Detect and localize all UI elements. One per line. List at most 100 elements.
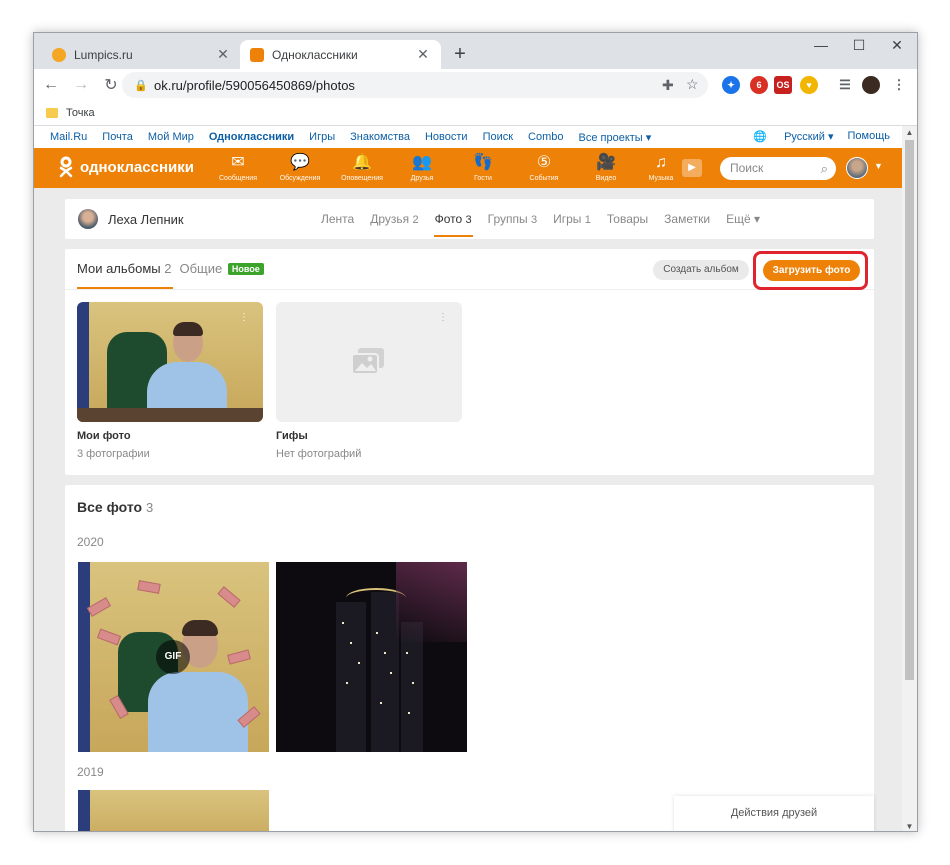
album-name[interactable]: Мои фото xyxy=(77,430,263,442)
nav-video[interactable]: 🎥 Видео xyxy=(575,153,637,182)
portal-bar: Mail.Ru Почта Мой Мир Одноклассники Игры… xyxy=(34,126,904,148)
portal-link[interactable]: Новости xyxy=(425,131,468,143)
album-card-gifs[interactable]: ⋮ Гифы Нет фотографий xyxy=(276,302,462,460)
tab-label: Товары xyxy=(606,212,649,226)
scroll-down-icon[interactable]: ▼ xyxy=(902,822,917,831)
os-extension-icon[interactable]: OS xyxy=(774,76,792,94)
tab-title: Одноклассники xyxy=(272,47,358,62)
vpn-extension-icon[interactable]: ✦ xyxy=(722,76,740,94)
close-window-button[interactable]: ✕ xyxy=(882,37,912,54)
tab-label: Ещё ▾ xyxy=(726,212,760,226)
portal-link[interactable]: Игры xyxy=(309,131,335,143)
more-options-icon[interactable]: ⋮ xyxy=(239,312,249,323)
minimize-button[interactable]: — xyxy=(806,37,836,53)
tab-feed[interactable]: Лента xyxy=(321,212,354,226)
more-options-icon[interactable]: ⋮ xyxy=(438,312,448,323)
window-light xyxy=(408,712,410,714)
scroll-up-icon[interactable]: ▲ xyxy=(902,128,917,137)
back-icon[interactable]: ← xyxy=(38,76,64,94)
nav-label: Друзья xyxy=(410,175,434,182)
nav-friends[interactable]: 👥 Друзья xyxy=(391,153,453,182)
create-album-button[interactable]: Создать альбом xyxy=(653,260,749,280)
lumpics-favicon-icon xyxy=(52,47,66,62)
profile-name[interactable]: Леха Лепник xyxy=(108,212,184,227)
friends-icon: 👥 xyxy=(412,154,432,171)
header-search-input[interactable]: Поиск ⌕ xyxy=(720,157,836,180)
language-select[interactable]: 🌐 Русский ▾ xyxy=(753,130,833,143)
scrollbar[interactable]: ▲ ▼ xyxy=(902,126,917,831)
portal-link[interactable]: Combo xyxy=(528,131,563,143)
portal-link[interactable]: Мой Мир xyxy=(148,131,194,143)
tab-my-albums[interactable]: Мои альбомы 2 xyxy=(77,261,174,289)
tab-title: Lumpics.ru xyxy=(74,47,133,62)
tab-games[interactable]: Игры 1 xyxy=(553,212,591,226)
nav-discussions[interactable]: 💬 Обсуждения xyxy=(269,153,331,182)
ok-logo[interactable]: одноклассники xyxy=(58,156,194,178)
bookmark-tochka[interactable]: Точка xyxy=(66,107,95,119)
messages-icon: ✉ xyxy=(231,154,245,171)
portal-link[interactable]: Знакомства xyxy=(350,131,410,143)
chevron-down-icon[interactable]: ▼ xyxy=(874,161,883,171)
adblock-extension-icon[interactable]: 6 xyxy=(750,76,768,94)
music-play-icon[interactable]: ▶ xyxy=(682,159,702,177)
tab-label: Мои альбомы xyxy=(77,261,161,276)
photo-thumb-2019[interactable] xyxy=(78,790,269,831)
discussions-icon: 💬 xyxy=(290,154,310,171)
tab-strip: Lumpics.ru ✕ Одноклассники ✕ + — ☐ ✕ xyxy=(34,33,917,69)
forward-icon[interactable]: → xyxy=(68,76,94,94)
address-bar[interactable]: 🔒 ok.ru/profile/590056450869/photos ✚ ☆ xyxy=(122,72,708,98)
album-cover[interactable]: ⋮ xyxy=(77,302,263,422)
tab-notes[interactable]: Заметки xyxy=(664,212,710,226)
menu-icon[interactable]: ⋮ xyxy=(890,76,908,94)
tab-lumpics[interactable]: Lumpics.ru ✕ xyxy=(42,40,241,69)
album-cover[interactable]: ⋮ xyxy=(276,302,462,422)
avatar[interactable] xyxy=(846,157,868,179)
nav-events[interactable]: ⑤ События xyxy=(513,153,575,182)
ok-logo-icon xyxy=(59,156,73,178)
photo-thumb-gif[interactable]: GIF xyxy=(78,562,269,752)
maximize-button[interactable]: ☐ xyxy=(844,37,874,54)
reload-icon[interactable]: ↻ xyxy=(98,75,124,95)
bookmark-star-icon[interactable]: ☆ xyxy=(686,76,699,93)
profile-avatar[interactable] xyxy=(78,209,98,229)
tab-friends[interactable]: Друзья 2 xyxy=(370,212,418,226)
photo-thumb-night-city[interactable] xyxy=(276,562,467,752)
friends-actions-panel[interactable]: Действия друзей xyxy=(674,796,874,831)
window-light xyxy=(346,682,348,684)
search-icon[interactable]: ⌕ xyxy=(821,157,828,180)
tab-photos[interactable]: Фото 3 xyxy=(433,212,473,237)
browser-toolbar: ← → ↻ 🔒 ok.ru/profile/590056450869/photo… xyxy=(34,69,917,101)
portal-link[interactable]: Поиск xyxy=(483,131,513,143)
tab-shared-albums[interactable]: Общие Новое xyxy=(179,261,264,276)
tab-close-icon[interactable]: ✕ xyxy=(215,46,231,63)
photo-count: 3 xyxy=(145,500,154,515)
tab-odnoklassniki[interactable]: Одноклассники ✕ xyxy=(240,40,441,69)
ok-favicon-icon xyxy=(250,47,264,62)
portal-link[interactable]: Mail.Ru xyxy=(50,131,87,143)
portal-all-projects[interactable]: Все проекты ▾ xyxy=(579,131,652,144)
album-name[interactable]: Гифы xyxy=(276,430,462,442)
help-link[interactable]: Помощь xyxy=(848,130,891,143)
profile-avatar-icon[interactable] xyxy=(862,76,880,94)
nav-messages[interactable]: ✉ Сообщения xyxy=(207,153,269,182)
shield-extension-icon[interactable]: ♥ xyxy=(800,76,818,94)
scrollbar-thumb[interactable] xyxy=(905,140,914,680)
reading-list-icon[interactable]: ☰ xyxy=(836,76,854,94)
profile-tabs: Лента Друзья 2 Фото 3 Группы 3 Игры 1 То… xyxy=(321,212,776,237)
portal-link-active[interactable]: Одноклассники xyxy=(209,131,294,143)
album-card-my-photos[interactable]: ⋮ Мои фото 3 фотографии xyxy=(77,302,263,460)
nav-notifications[interactable]: 🔔 Оповещения xyxy=(331,153,393,182)
nav-label: События xyxy=(529,175,559,182)
portal-link[interactable]: Почта xyxy=(102,131,133,143)
tab-close-icon[interactable]: ✕ xyxy=(415,46,431,63)
gif-badge[interactable]: GIF xyxy=(156,640,190,674)
tab-more[interactable]: Ещё ▾ xyxy=(726,212,760,226)
video-icon: 🎥 xyxy=(596,154,616,171)
window-light xyxy=(342,622,344,624)
upload-photo-button[interactable]: Загрузить фото xyxy=(763,260,860,281)
translate-icon[interactable]: ✚ xyxy=(662,77,674,94)
tab-products[interactable]: Товары xyxy=(607,212,648,226)
new-tab-button[interactable]: + xyxy=(448,43,472,65)
nav-guests[interactable]: 👣 Гости xyxy=(452,153,514,182)
tab-groups[interactable]: Группы 3 xyxy=(488,212,537,226)
